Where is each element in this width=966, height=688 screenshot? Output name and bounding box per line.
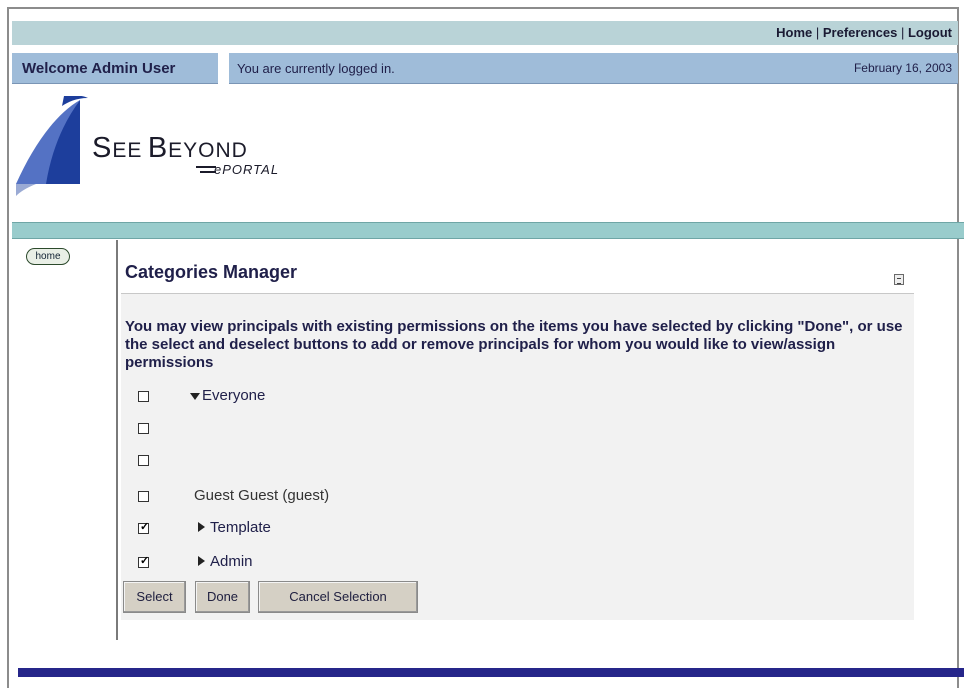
top-navigation: Home | Preferences | Logout xyxy=(12,21,958,45)
principal-checkbox[interactable] xyxy=(138,391,149,402)
portlet-header: Categories Manager xyxy=(121,244,914,294)
seebeyond-logo: SEE BEYOND ePORTAL xyxy=(16,96,436,206)
principal-checkbox[interactable] xyxy=(138,423,149,434)
principal-row: Admin xyxy=(138,553,898,575)
logo-swoosh-icon xyxy=(16,96,88,196)
logo-wordmark: SEE BEYOND xyxy=(92,132,248,164)
principal-checkbox[interactable] xyxy=(138,455,149,466)
principal-row: Template xyxy=(138,519,898,541)
select-button[interactable]: Select xyxy=(123,581,186,613)
home-link[interactable]: Home xyxy=(776,25,812,40)
header-divider-bar xyxy=(12,222,964,239)
nav-separator: | xyxy=(897,25,908,40)
logo-eportal-text: ePORTAL xyxy=(214,162,280,177)
principal-label[interactable]: Everyone xyxy=(202,387,265,404)
principal-checkbox[interactable] xyxy=(138,491,149,502)
principal-checkbox[interactable] xyxy=(138,520,149,534)
principal-label: Guest Guest (guest) xyxy=(194,487,330,504)
left-column xyxy=(18,240,118,640)
preferences-link[interactable]: Preferences xyxy=(823,25,897,40)
principal-label[interactable]: Template xyxy=(210,519,271,536)
expand-right-icon[interactable] xyxy=(198,522,205,532)
home-button[interactable]: home xyxy=(26,248,70,265)
expand-right-icon[interactable] xyxy=(198,556,205,566)
principal-row: Everyone xyxy=(138,387,898,409)
principal-checkbox[interactable] xyxy=(138,554,149,568)
principal-label[interactable]: Admin xyxy=(210,553,253,570)
portlet-edit-icon[interactable] xyxy=(894,274,904,285)
status-bar: You are currently logged in. February 16… xyxy=(229,53,958,84)
principal-row: Guest Guest (guest) xyxy=(138,487,898,509)
instructions-text: You may view principals with existing pe… xyxy=(125,318,903,371)
nav-separator: | xyxy=(812,25,823,40)
footer-bar xyxy=(18,668,964,677)
current-date: February 16, 2003 xyxy=(853,61,952,75)
welcome-banner: Welcome Admin User xyxy=(12,53,218,84)
principal-row xyxy=(138,419,898,441)
expand-down-icon[interactable] xyxy=(190,393,200,400)
logout-link[interactable]: Logout xyxy=(908,25,952,40)
principal-row xyxy=(138,451,898,473)
done-button[interactable]: Done xyxy=(195,581,250,613)
portlet-title: Categories Manager xyxy=(125,262,298,282)
cancel-selection-button[interactable]: Cancel Selection xyxy=(258,581,418,613)
login-status-text: You are currently logged in. xyxy=(237,61,395,76)
